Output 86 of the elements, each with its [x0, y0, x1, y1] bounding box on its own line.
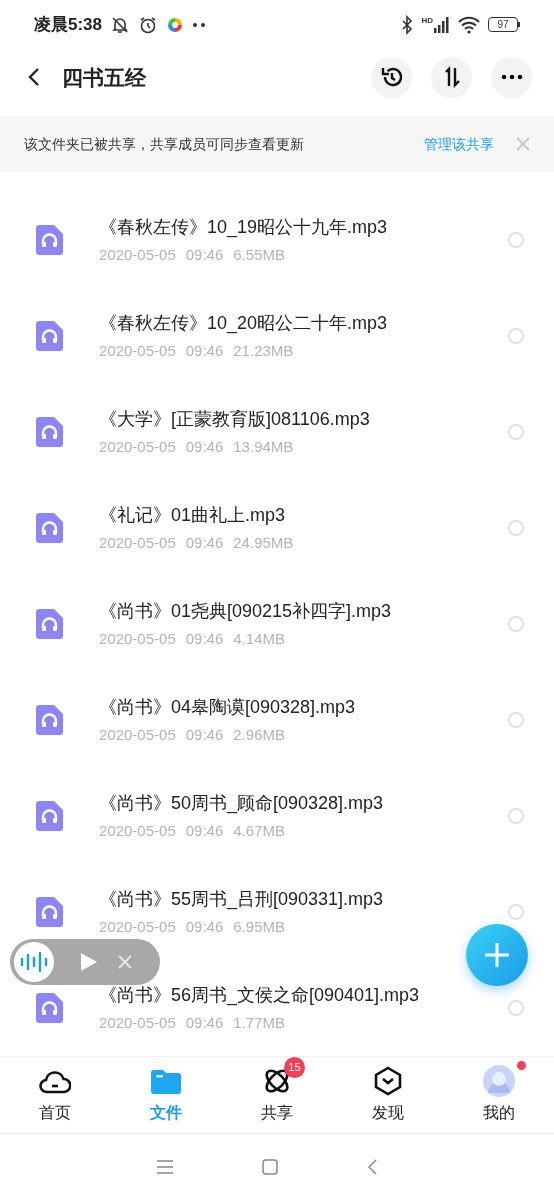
app-logo-icon: [166, 15, 185, 34]
file-date: 2020-05-05: [99, 341, 176, 360]
add-button[interactable]: [466, 924, 528, 986]
hexagon-icon: [373, 1066, 402, 1097]
file-date: 2020-05-05: [99, 821, 176, 840]
more-notifications-icon: [192, 21, 207, 28]
file-size: 13.94MB: [233, 437, 294, 456]
nav-tab[interactable]: 我的: [443, 1056, 554, 1134]
file-size: 6.95MB: [233, 917, 285, 936]
select-radio[interactable]: [508, 807, 524, 824]
file-size: 21.23MB: [233, 341, 294, 360]
select-radio[interactable]: [508, 231, 524, 248]
file-name[interactable]: 《春秋左传》10_20昭公二十年.mp3: [99, 311, 508, 334]
audio-file-icon: [36, 512, 63, 543]
file-name[interactable]: 《尚书》04皋陶谟[090328].mp3: [99, 695, 508, 718]
folder-icon: [151, 1068, 182, 1095]
select-radio[interactable]: [508, 423, 524, 440]
select-radio[interactable]: [508, 999, 524, 1016]
file-time: 09:46: [185, 917, 224, 936]
count-badge: 15: [284, 1057, 305, 1079]
file-time: 09:46: [185, 341, 224, 360]
audio-file-icon: [36, 896, 63, 927]
select-radio[interactable]: [508, 615, 524, 632]
file-name[interactable]: 《尚书》56周书_文侯之命[090401].mp3: [99, 983, 508, 1006]
select-radio[interactable]: [508, 903, 524, 920]
more-button[interactable]: [491, 57, 532, 98]
file-date: 2020-05-05: [99, 629, 176, 648]
file-size: 1.77MB: [233, 1013, 285, 1032]
avatar-icon: [482, 1065, 515, 1098]
close-icon[interactable]: [516, 137, 530, 152]
audio-file-icon: [36, 800, 63, 831]
audio-file-icon: [36, 704, 63, 735]
select-radio[interactable]: [508, 327, 524, 344]
status-time: 凌晨5:38: [34, 14, 103, 37]
audio-file-icon: [36, 608, 63, 639]
more-icon: [500, 74, 523, 81]
file-date: 2020-05-05: [99, 725, 176, 744]
signal-icon: [434, 16, 450, 33]
file-time: 09:46: [185, 629, 224, 648]
sound-wave-icon: [19, 952, 49, 972]
network-label: HD: [421, 16, 433, 25]
plus-icon: [483, 941, 511, 969]
file-date: 2020-05-05: [99, 1013, 176, 1032]
nav-tab[interactable]: 发现: [332, 1056, 444, 1134]
audio-file-icon: [36, 320, 63, 351]
file-size: 4.67MB: [233, 821, 285, 840]
home-square-icon[interactable]: [262, 1159, 278, 1176]
file-size: 6.55MB: [233, 245, 285, 264]
battery-indicator: 97: [488, 17, 520, 33]
menu-icon[interactable]: [156, 1160, 174, 1175]
banner-message: 该文件夹已被共享，共享成员可同步查看更新: [24, 134, 305, 154]
file-size: 24.95MB: [233, 533, 294, 552]
nav-tab[interactable]: 15 共享: [221, 1056, 333, 1134]
file-size: 2.96MB: [233, 725, 285, 744]
file-time: 09:46: [185, 725, 224, 744]
file-name[interactable]: 《礼记》01曲礼上.mp3: [99, 503, 508, 526]
audio-file-icon: [36, 224, 63, 255]
file-date: 2020-05-05: [99, 533, 176, 552]
mini-player[interactable]: [10, 939, 160, 985]
bluetooth-icon: [401, 14, 414, 35]
file-date: 2020-05-05: [99, 245, 176, 264]
file-name[interactable]: 《尚书》55周书_吕刑[090331].mp3: [99, 887, 508, 910]
close-icon[interactable]: [118, 955, 132, 969]
file-time: 09:46: [185, 533, 224, 552]
file-name[interactable]: 《大学》[正蒙教育版]081106.mp3: [99, 407, 508, 430]
nav-tab[interactable]: 首页: [0, 1056, 111, 1134]
file-name[interactable]: 《尚书》01尧典[090215补四字].mp3: [99, 599, 508, 622]
file-time: 09:46: [185, 821, 224, 840]
select-radio[interactable]: [508, 519, 524, 536]
file-size: 4.14MB: [233, 629, 285, 648]
file-name[interactable]: 《尚书》50周书_顾命[090328].mp3: [99, 791, 508, 814]
history-button[interactable]: [371, 57, 412, 98]
file-name[interactable]: 《春秋左传》10_19昭公十九年.mp3: [99, 215, 508, 238]
bell-off-icon: [110, 14, 131, 35]
sort-button[interactable]: [431, 57, 472, 98]
audio-file-icon: [36, 992, 63, 1023]
select-radio[interactable]: [508, 711, 524, 728]
audio-file-icon: [36, 416, 63, 447]
file-time: 09:46: [185, 1013, 224, 1032]
file-time: 09:46: [185, 437, 224, 456]
page-title: 四书五经: [62, 64, 147, 91]
play-icon[interactable]: [80, 952, 98, 972]
file-date: 2020-05-05: [99, 437, 176, 456]
file-time: 09:46: [185, 245, 224, 264]
file-date: 2020-05-05: [99, 917, 176, 936]
wifi-icon: [458, 15, 480, 34]
